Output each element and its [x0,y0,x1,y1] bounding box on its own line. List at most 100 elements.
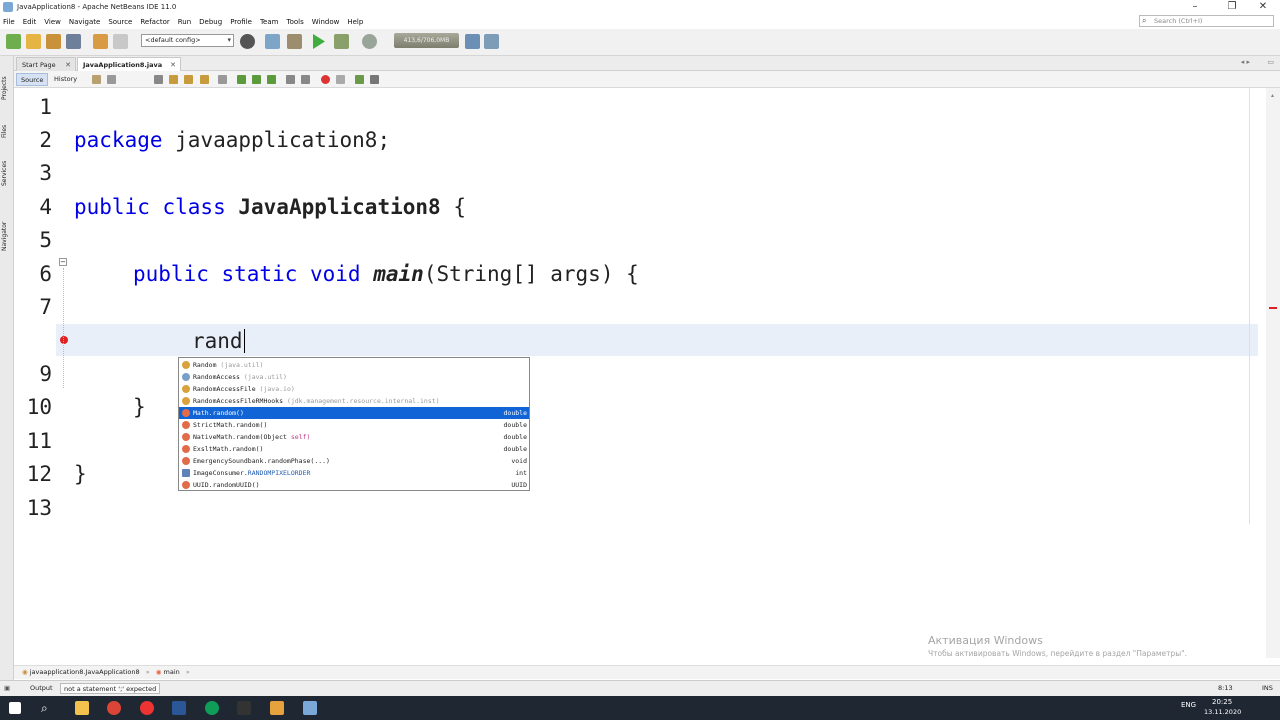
language-indicator[interactable]: ENG [1181,701,1196,709]
config-select[interactable]: <default config> ▾ [141,34,234,47]
open-project-icon[interactable] [46,34,61,49]
find-selection-icon[interactable] [200,75,209,84]
chrome-icon[interactable] [107,701,121,715]
completion-item[interactable]: RandomAccessFile (java.io) [179,383,529,395]
line-number: 1 [39,95,52,119]
breadcrumb-class[interactable]: javaapplication8.JavaApplication8 [30,668,140,676]
prev-bookmark-icon[interactable] [237,75,246,84]
minimize-button[interactable]: – [1178,0,1212,14]
new-file-icon[interactable] [26,34,41,49]
scroll-up-icon[interactable]: ▴ [1271,92,1274,99]
maximize-icon[interactable]: ▭ [1267,58,1274,66]
last-edit-icon[interactable] [92,75,101,84]
windows-start-icon[interactable] [9,702,21,714]
history-button[interactable]: History [50,73,81,86]
completion-item-selected[interactable]: Math.random() double [179,407,529,419]
scroll-tabs-icon[interactable]: ◂ ▸ [1241,58,1250,66]
completion-item[interactable]: RandomAccessFileRMHooks (jdk.management.… [179,395,529,407]
profile-icon[interactable] [362,34,377,49]
find-next-icon[interactable] [184,75,193,84]
file-explorer-icon[interactable] [75,701,89,715]
menu-debug[interactable]: Debug [199,18,222,26]
record-macro-icon[interactable] [321,75,330,84]
status-bar: ▣ Output not a statement ';' expected 8:… [0,680,1280,696]
completion-item[interactable]: EmergencySoundbank.randomPhase(...) void [179,455,529,467]
tab-label: Start Page [22,61,56,69]
output-tab[interactable]: Output [30,681,53,696]
find-icon[interactable] [154,75,163,84]
menu-navigate[interactable]: Navigate [69,18,100,26]
menu-help[interactable]: Help [347,18,363,26]
find-prev-icon[interactable] [169,75,178,84]
clock-time[interactable]: 20:25 [1212,698,1232,706]
app-icon[interactable] [237,701,251,715]
close-icon[interactable]: ✕ [170,58,176,72]
code-line-2: package javaapplication8; [74,128,390,152]
search-box[interactable]: ⌕ Search (Ctrl+I) [1139,15,1274,27]
shift-left-icon[interactable] [286,75,295,84]
vertical-scrollbar[interactable]: ▴ [1266,88,1280,658]
tab-javaapplication8[interactable]: JavaApplication8.java ✕ [77,57,181,71]
close-button[interactable]: ✕ [1246,0,1280,14]
heap-icon[interactable] [484,34,499,49]
redo-icon[interactable] [113,34,128,49]
restore-button[interactable]: ❐ [1215,0,1249,14]
menu-profile[interactable]: Profile [230,18,252,26]
tab-start-page[interactable]: Start Page ✕ [16,57,76,71]
search-icon[interactable]: ⌕ [41,701,55,715]
code-text: javaapplication8; [162,128,391,152]
completion-item[interactable]: Random (java.util) [179,359,529,371]
completion-item[interactable]: NativeMath.random(Object self) double [179,431,529,443]
undo-icon[interactable] [93,34,108,49]
clock-date[interactable]: 13.11.2020 [1204,708,1241,716]
menu-view[interactable]: View [44,18,61,26]
completion-item[interactable]: UUID.randomUUID() UUID [179,479,529,491]
save-all-icon[interactable] [66,34,81,49]
browser-icon[interactable] [205,701,219,715]
run-icon[interactable] [313,34,325,49]
clean-build-icon[interactable] [265,34,280,49]
toggle-highlight-icon[interactable] [218,75,227,84]
gc-icon[interactable] [465,34,480,49]
menu-team[interactable]: Team [260,18,279,26]
completion-item[interactable]: RandomAccess (java.util) [179,371,529,383]
completion-item[interactable]: ExsltMath.random() double [179,443,529,455]
netbeans-taskbar-icon[interactable] [303,701,317,715]
comment-icon[interactable] [355,75,364,84]
back-icon[interactable] [107,75,116,84]
menu-refactor[interactable]: Refactor [140,18,169,26]
completion-item[interactable]: ImageConsumer.RANDOMPIXELORDER int [179,467,529,479]
menu-run[interactable]: Run [178,18,191,26]
code-line-4: public class JavaApplication8 { [74,195,466,219]
menu-file[interactable]: File [3,18,15,26]
menu-edit[interactable]: Edit [23,18,37,26]
new-project-icon[interactable] [6,34,21,49]
interface-icon [182,373,190,381]
breadcrumb-method[interactable]: main [164,668,180,676]
menu-source[interactable]: Source [108,18,132,26]
shift-right-icon[interactable] [301,75,310,84]
method-icon [182,421,190,429]
build-icon[interactable] [240,34,255,49]
app-icon[interactable] [270,701,284,715]
memory-indicator[interactable]: 413,6/706,0MB [394,33,459,48]
menu-tools[interactable]: Tools [286,18,303,26]
build-project-icon[interactable] [287,34,302,49]
menu-window[interactable]: Window [312,18,340,26]
line-number-gutter: 1 2 3 4 5 6 7 9 10 11 12 13 − [14,88,68,658]
next-bookmark-icon[interactable] [252,75,261,84]
error-marker[interactable] [1269,307,1277,309]
stop-macro-icon[interactable] [336,75,345,84]
breadcrumb: ◉ javaapplication8.JavaApplication8 » ◉ … [14,665,1280,679]
source-button[interactable]: Source [16,73,49,86]
completion-item[interactable]: StrictMath.random() double [179,419,529,431]
close-icon[interactable]: ✕ [65,58,71,72]
word-icon[interactable] [172,701,186,715]
debug-icon[interactable] [334,34,349,49]
opera-icon[interactable] [140,701,154,715]
search-icon: ⌕ [1142,16,1147,25]
toggle-bookmark-icon[interactable] [267,75,276,84]
item-return-type: UUID [511,481,527,489]
code-completion-popup[interactable]: Random (java.util) RandomAccess (java.ut… [178,357,530,491]
uncomment-icon[interactable] [370,75,379,84]
